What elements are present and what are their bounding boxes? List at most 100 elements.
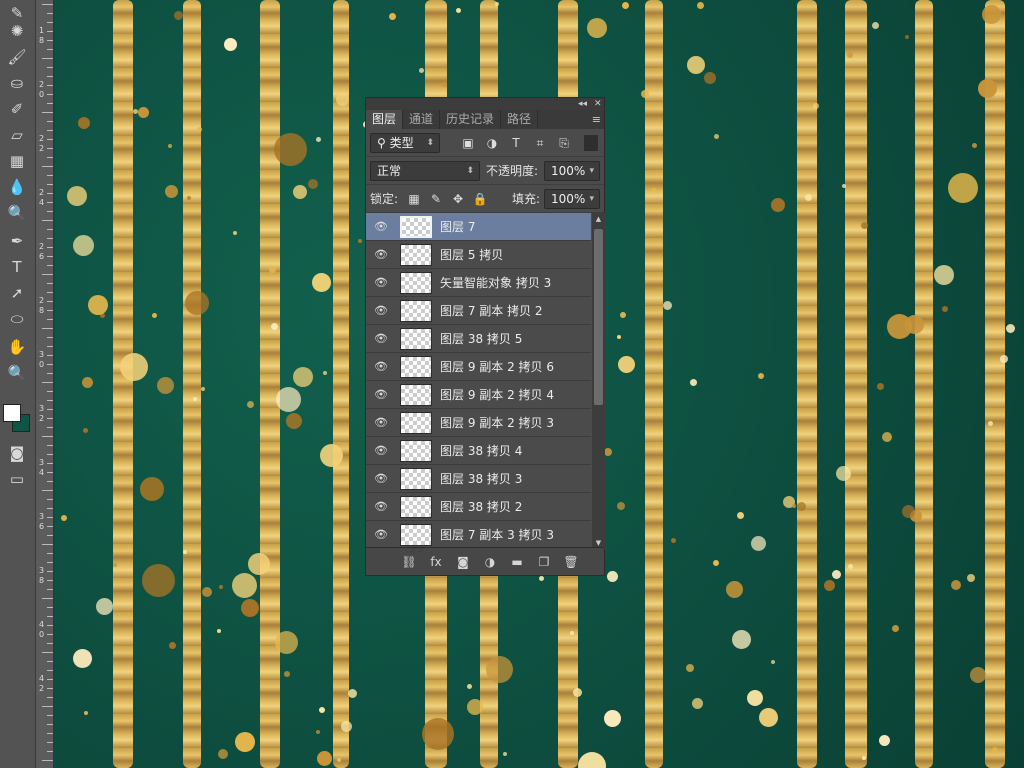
- ruler-tick: [47, 679, 53, 680]
- history-brush-icon[interactable]: ✐: [6, 98, 28, 120]
- gold-dot: [323, 371, 327, 375]
- layer-row[interactable]: 👁 图层 38 拷贝 4: [366, 437, 591, 465]
- eye-icon[interactable]: 👁: [374, 444, 388, 458]
- layer-row[interactable]: 👁 图层 9 副本 2 拷贝 6: [366, 353, 591, 381]
- layer-row[interactable]: 👁 图层 7 副本 拷贝 2: [366, 297, 591, 325]
- ruler-tick: [42, 490, 53, 491]
- trash-icon[interactable]: 🗑: [562, 554, 580, 570]
- layer-row[interactable]: 👁 图层 38 拷贝 2: [366, 493, 591, 521]
- new-layer-icon[interactable]: ❐: [535, 554, 553, 570]
- ruler-tick: [47, 526, 53, 527]
- pixel-filter-icon[interactable]: ▣: [460, 135, 476, 151]
- quick-mask-icon[interactable]: ◙: [6, 442, 28, 464]
- eye-icon[interactable]: 👁: [374, 220, 388, 234]
- layer-name: 图层 7 副本 拷贝 2: [440, 304, 543, 318]
- gold-dot: [486, 656, 513, 683]
- blur-icon[interactable]: 💧: [6, 176, 28, 198]
- opacity-field[interactable]: 100% ▾: [544, 161, 600, 181]
- gold-dot: [663, 301, 672, 310]
- eye-icon[interactable]: 👁: [374, 500, 388, 514]
- close-icon[interactable]: ✕: [594, 98, 602, 110]
- eye-icon[interactable]: 👁: [374, 332, 388, 346]
- layer-row[interactable]: 👁 图层 9 副本 2 拷贝 4: [366, 381, 591, 409]
- layer-row[interactable]: 👁 图层 5 拷贝: [366, 241, 591, 269]
- eye-icon[interactable]: 👁: [374, 416, 388, 430]
- screen-mode-icon[interactable]: ▭: [6, 468, 28, 490]
- ruler-tick: [47, 346, 53, 347]
- folder-icon[interactable]: ▬: [508, 554, 526, 570]
- eye-icon[interactable]: 👁: [374, 472, 388, 486]
- clone-stamp-icon[interactable]: ⛀: [6, 72, 28, 94]
- ruler-number: 2: [39, 296, 45, 305]
- fx-icon[interactable]: fx: [427, 554, 445, 570]
- filter-toggle-icon[interactable]: [584, 135, 598, 151]
- type-tool-icon[interactable]: T: [6, 256, 28, 278]
- collapse-icon[interactable]: ◂◂: [578, 98, 587, 110]
- type-filter-icon[interactable]: T: [508, 135, 524, 151]
- ruler-tick: [47, 139, 53, 140]
- filter-kind-select[interactable]: ⚲ 类型 ⬍: [370, 133, 440, 153]
- lock-all-icon[interactable]: 🔒: [472, 191, 488, 207]
- layer-row[interactable]: 👁 图层 38 拷贝 3: [366, 465, 591, 493]
- fill-field[interactable]: 100% ▾: [544, 189, 600, 209]
- spot-heal-tool-icon[interactable]: ✺: [6, 20, 28, 42]
- ruler-tick: [47, 67, 53, 68]
- eye-icon[interactable]: 👁: [374, 304, 388, 318]
- gradient-icon[interactable]: ▦: [6, 150, 28, 172]
- tab-layers[interactable]: 图层: [366, 110, 404, 129]
- layer-row[interactable]: 👁 图层 7 副本 3 拷贝 3: [366, 521, 591, 549]
- foreground-color-swatch[interactable]: [3, 404, 21, 422]
- tab-paths[interactable]: 路径: [501, 110, 539, 129]
- eye-icon[interactable]: 👁: [374, 276, 388, 290]
- panel-title-strip: ◂◂ ✕: [366, 98, 604, 110]
- gold-dot: [389, 13, 396, 20]
- shape-filter-icon[interactable]: ⌗: [532, 135, 548, 151]
- panel-menu-icon[interactable]: ≡: [592, 110, 601, 129]
- ruler-tick: [47, 463, 53, 464]
- eye-icon[interactable]: 👁: [374, 528, 388, 542]
- smart-object-filter-icon[interactable]: ⎘: [556, 135, 572, 151]
- layer-row[interactable]: 👁 图层 7: [366, 213, 591, 241]
- gold-dot: [113, 563, 117, 567]
- ruler-tick: [47, 175, 53, 176]
- gold-dot: [882, 432, 892, 442]
- ruler-tick: [47, 256, 53, 257]
- lock-pixels-icon[interactable]: ✎: [428, 191, 444, 207]
- lock-transparency-icon[interactable]: ▦: [406, 191, 422, 207]
- scroll-thumb[interactable]: [594, 229, 603, 405]
- gold-dot: [641, 90, 649, 98]
- layers-scrollbar[interactable]: ▲ ▼: [592, 213, 605, 549]
- hand-tool-icon[interactable]: ✋: [6, 336, 28, 358]
- adjustment-icon[interactable]: ◑: [481, 554, 499, 570]
- eye-icon[interactable]: 👁: [374, 248, 388, 262]
- eye-icon[interactable]: 👁: [374, 388, 388, 402]
- lock-position-icon[interactable]: ✥: [450, 191, 466, 207]
- eraser-icon[interactable]: ▱: [6, 124, 28, 146]
- brush-icon[interactable]: 🖌: [6, 46, 28, 68]
- tab-history[interactable]: 历史记录: [440, 110, 502, 129]
- layer-row[interactable]: 👁 图层 9 副本 2 拷贝 3: [366, 409, 591, 437]
- ruler-number: 4: [39, 620, 45, 629]
- eye-icon[interactable]: 👁: [374, 360, 388, 374]
- zoom-tool-icon[interactable]: 🔍: [6, 362, 28, 384]
- pen-tool-icon[interactable]: ✒: [6, 230, 28, 252]
- blend-mode-select[interactable]: 正常 ⬍: [370, 161, 480, 181]
- scroll-up-icon[interactable]: ▲: [592, 213, 605, 225]
- layer-name: 图层 38 拷贝 5: [440, 332, 523, 346]
- dodge-icon[interactable]: 🔍: [6, 202, 28, 224]
- ellipse-tool-icon[interactable]: ⬭: [6, 308, 28, 330]
- gold-dot: [604, 448, 612, 456]
- gold-dot: [539, 576, 544, 581]
- gold-dot: [771, 660, 775, 664]
- ruler-number: 3: [39, 458, 45, 467]
- link-icon[interactable]: ⛓: [400, 554, 418, 570]
- layer-row[interactable]: 👁 矢量智能对象 拷贝 3: [366, 269, 591, 297]
- tab-channels[interactable]: 通道: [403, 110, 441, 129]
- gold-dot: [726, 581, 743, 598]
- path-select-icon[interactable]: ➚: [6, 282, 28, 304]
- gold-dot: [879, 735, 890, 746]
- gold-dot: [67, 186, 87, 206]
- mask-icon[interactable]: ◙: [454, 554, 472, 570]
- adjustment-filter-icon[interactable]: ◑: [484, 135, 500, 151]
- layer-row[interactable]: 👁 图层 38 拷贝 5: [366, 325, 591, 353]
